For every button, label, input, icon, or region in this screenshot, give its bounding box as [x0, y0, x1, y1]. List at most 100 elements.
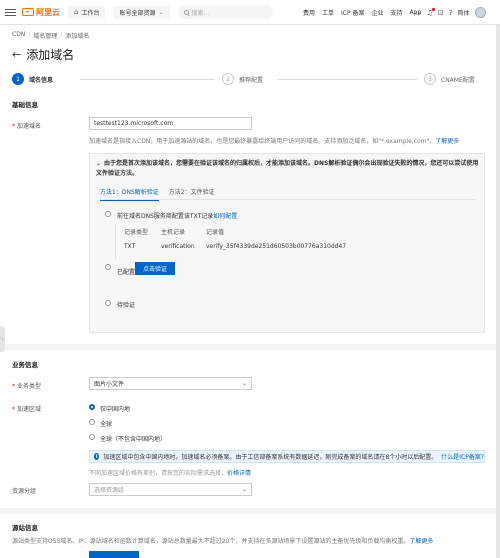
txt-record-table: 记录类型 主机记录 记录值 TXT verification verify_35…: [115, 224, 358, 260]
domain-help-text: 加速域名是指接入CDN，用于加速源站的域名，也是您最终暴露给终端用户访问的域名。…: [89, 136, 459, 145]
aliyun-logo-icon: [22, 8, 34, 16]
resource-group-placeholder: 选择资源组: [94, 487, 125, 494]
section-divider: [0, 508, 496, 514]
step-number: 3: [424, 73, 436, 85]
nav-link-enterprise[interactable]: 企业: [372, 8, 384, 17]
table-header-host: 主机记录: [161, 229, 186, 236]
table-cell-host: verification: [161, 243, 195, 250]
region-option-mainland: 仅中国内地: [100, 406, 131, 413]
price-note-text: 不同加速区域价格有差别，请按您的实际需求选择，: [89, 470, 228, 477]
configure-txt-text: 前往域名DNS服务商配置该TXT记录如何配置: [117, 211, 237, 220]
main-content: CDN / 域名管理 / 添加域名 ← 添加域名 1 域名信息 2 推荐配置 3…: [0, 25, 496, 558]
verify-button[interactable]: 点击验证: [135, 262, 176, 275]
search-icon: [183, 9, 189, 15]
breadcrumb-cdn[interactable]: CDN: [12, 31, 25, 40]
region-radio-mainland[interactable]: [89, 404, 95, 410]
domain-field-label: * 加速域名: [12, 123, 42, 130]
domain-label-text: 加速域名: [17, 123, 42, 130]
step-label: 域名信息: [29, 76, 54, 84]
step-recommended-config: 2 推荐配置: [222, 73, 263, 85]
breadcrumb-current: 添加域名: [65, 33, 90, 40]
icp-link[interactable]: 什么是ICP备案?: [441, 452, 484, 461]
account-resource-selector[interactable]: 账号全部资源 ⌄: [113, 5, 170, 19]
language-switch[interactable]: 简体: [458, 8, 470, 17]
side-collapse-handle[interactable]: ›: [0, 326, 5, 352]
brand-logo[interactable]: 阿里云: [22, 7, 60, 18]
step-number: 1: [12, 73, 24, 85]
region-option-global-excl-mainland: 全球（不包含中国内地）: [100, 436, 167, 443]
domain-input[interactable]: testtest123.microsoft.com: [89, 117, 252, 130]
nav-link-ticket[interactable]: 工单: [322, 8, 334, 17]
vertical-scrollbar[interactable]: [496, 25, 500, 558]
top-navigation-bar: 阿里云 ⌂ 工作台 账号全部资源 ⌄ 搜索... 费用 工单 ICP 备案 企业…: [0, 0, 500, 25]
avatar[interactable]: [474, 7, 486, 18]
chevron-down-icon: ⌄: [241, 380, 247, 387]
search-input[interactable]: 搜索...: [177, 5, 273, 19]
resource-group-select[interactable]: 选择资源组 ⌄: [89, 483, 252, 496]
workbench-label: 工作台: [81, 9, 100, 17]
step-radio-configure[interactable]: [105, 211, 111, 217]
page-header: ← 添加域名: [12, 46, 74, 63]
business-type-label-text: 业务类型: [17, 383, 42, 390]
business-type-select[interactable]: 图片小文件 ⌄: [89, 377, 252, 390]
origin-help-link[interactable]: 了解更多: [409, 538, 433, 545]
table-cell-type: TXT: [124, 243, 136, 250]
step-number: 2: [222, 73, 234, 85]
cart-icon[interactable]: ⊡: [438, 9, 444, 17]
region-radio-global[interactable]: [89, 419, 95, 425]
section-title-business: 业务信息: [12, 361, 38, 369]
nav-link-icp[interactable]: ICP 备案: [341, 8, 365, 17]
domain-help-link[interactable]: 了解更多: [435, 138, 459, 145]
nav-link-support[interactable]: 支持: [391, 8, 403, 17]
configured-text: 已配置: [117, 269, 136, 276]
breadcrumb-domain-management[interactable]: 域名管理: [33, 31, 57, 40]
region-radio-global-excl-mainland[interactable]: [89, 434, 95, 440]
top-nav-links: 费用 工单 ICP 备案 企业 支持 App: [303, 0, 421, 25]
terminal-icon[interactable]: ▭: [415, 9, 422, 17]
workbench-button[interactable]: ⌂ 工作台: [68, 5, 106, 19]
icp-notice-text: 加速区域中包含中国内地时，加速域名必须备案。由于工信部备案系统有数据延迟，刚完成…: [103, 454, 438, 461]
price-note: 不同加速区域价格有差别，请按您的实际需求选择，价格详情: [89, 468, 251, 477]
table-cell-value: verify_35f4339de251d60503b00776a310dd47: [206, 243, 347, 250]
search-placeholder: 搜索...: [191, 9, 210, 17]
price-detail-link[interactable]: 价格详情: [227, 470, 251, 477]
breadcrumb-separator: /: [60, 31, 63, 38]
breadcrumb: CDN / 域名管理 / 添加域名: [12, 31, 89, 40]
verification-notice-text: 由于您是首次添加该域名，您需要在验证该域名的归属权后，才能添加该域名。DNS解析…: [96, 160, 479, 177]
step-cname-config: 3 CNAME配置: [424, 73, 475, 85]
menu-icon[interactable]: [5, 8, 16, 16]
bell-icon[interactable]: ♫: [427, 7, 436, 17]
account-label: 账号全部资源: [119, 9, 156, 17]
nav-link-billing[interactable]: 费用: [303, 8, 315, 17]
back-arrow-icon[interactable]: ←: [12, 48, 21, 61]
step-connector: [80, 79, 215, 80]
domain-help-desc: 加速域名是指接入CDN，用于加速源站的域名，也是您最终暴露给终端用户访问的域名。…: [89, 138, 436, 145]
step-domain-info: 1 域名信息: [12, 73, 53, 85]
verification-notice: ⌄ 由于您是首次添加该域名，您需要在验证该域名的归属权后，才能添加该域名。DNS解…: [96, 159, 481, 179]
ownership-verification-panel: ⌄ 由于您是首次添加该域名，您需要在验证该域名的归属权后，才能添加该域名。DNS解…: [89, 153, 485, 333]
step-radio-pending[interactable]: [105, 300, 111, 306]
section-divider: [0, 344, 496, 350]
add-origin-button[interactable]: [89, 551, 139, 558]
page-title: 添加域名: [26, 48, 75, 62]
chevron-down-icon[interactable]: ⌄: [96, 160, 101, 167]
region-label-text: 加速区域: [17, 406, 42, 413]
step-label: CNAME配置: [441, 76, 475, 84]
icp-notice-bar: i 加速区域中包含中国内地时，加速域名必须备案。由于工信部备案系统有数据延迟，刚…: [89, 450, 485, 463]
business-type-field-label: * 业务类型: [12, 383, 42, 390]
step-radio-configured[interactable]: [105, 264, 111, 270]
business-type-value: 图片小文件: [94, 381, 125, 388]
region-field-label: * 加速区域: [12, 406, 42, 413]
region-option-global: 全球: [100, 421, 113, 428]
chevron-down-icon: ⌄: [158, 8, 164, 16]
configure-txt-desc: 前往域名DNS服务商配置该TXT记录: [117, 213, 214, 220]
tabs-divider: [100, 199, 475, 200]
step-connector: [277, 79, 417, 80]
resource-group-label: 资源分组: [12, 488, 37, 495]
chevron-down-icon: ⌄: [241, 486, 247, 493]
top-nav-icons: ▭ ♫ ⊡ ? 简体: [415, 0, 486, 25]
how-to-configure-link[interactable]: 如何配置: [213, 213, 237, 220]
brand-name: 阿里云: [36, 7, 60, 17]
help-icon[interactable]: ?: [449, 9, 453, 17]
table-header-type: 记录类型: [124, 229, 149, 236]
